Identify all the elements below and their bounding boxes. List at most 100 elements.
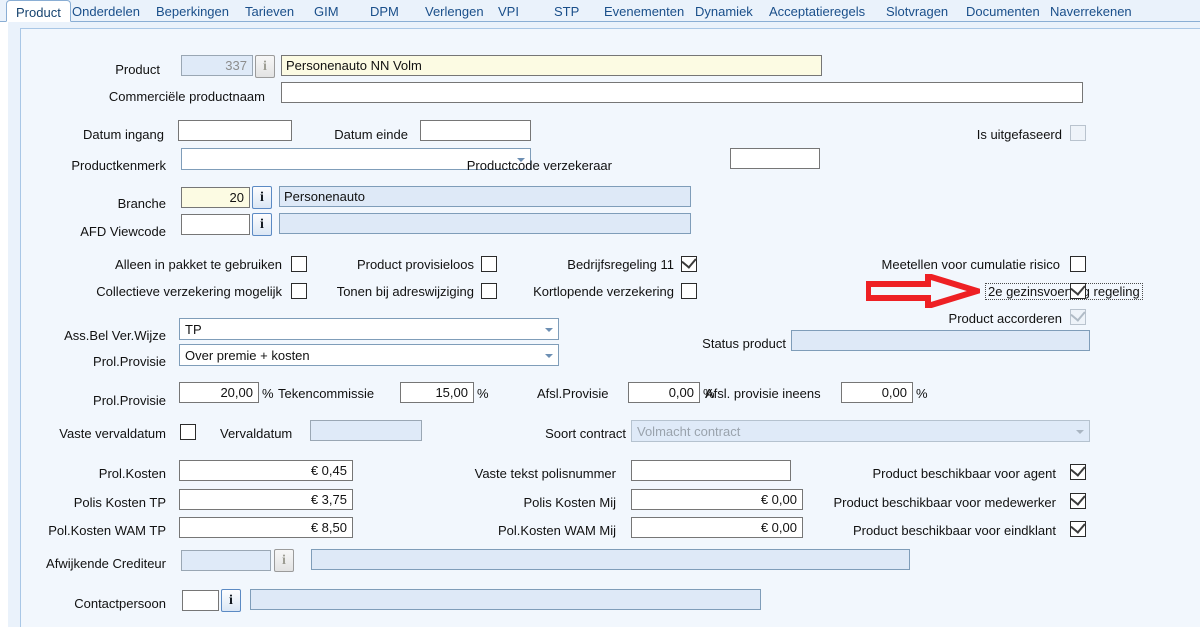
label-product: Product [115, 62, 160, 77]
label-fixed-expiry: Vaste vervaldatum [59, 426, 166, 441]
tab-stp[interactable]: STP [545, 0, 588, 22]
tab-tarieven[interactable]: Tarieven [236, 0, 303, 22]
label-available-agent: Product beschikbaar voor agent [872, 466, 1056, 481]
tab-naverrekenen[interactable]: Naverrekenen [1041, 0, 1141, 22]
chevron-down-icon [1076, 430, 1084, 434]
expiry-date-input[interactable] [310, 420, 422, 441]
checkbox-commission-free[interactable] [481, 256, 497, 272]
tab-beperkingen[interactable]: Beperkingen [147, 0, 238, 22]
checkbox-fixed-expiry[interactable] [180, 424, 196, 440]
prol-kosten-input[interactable]: € 0,45 [179, 460, 353, 481]
tab-verlengen[interactable]: Verlengen [416, 0, 493, 22]
tab-label: Verlengen [425, 4, 484, 19]
label-status-product: Status product [702, 336, 786, 351]
info-icon: i [260, 217, 264, 232]
label-ass-bel-ver-wijze: Ass.Bel Ver.Wijze [64, 328, 166, 343]
checkbox-collective-insurance[interactable] [291, 283, 307, 299]
label-product-approve: Product accorderen [948, 311, 1062, 326]
contact-person-info-button[interactable]: i [221, 589, 241, 612]
label-date-start: Datum ingang [83, 127, 164, 142]
commercial-name-input[interactable] [281, 82, 1083, 103]
label-deviant-creditor: Afwijkende Crediteur [46, 556, 166, 571]
branche-info-button[interactable]: i [252, 186, 272, 209]
label-afd-viewcode: AFD Viewcode [80, 224, 166, 239]
label-collective-insurance: Collectieve verzekering mogelijk [96, 284, 282, 299]
deviant-creditor-code-input[interactable] [181, 550, 271, 571]
branche-code-input[interactable]: 20 [181, 187, 250, 208]
date-start-input[interactable] [178, 120, 292, 141]
tab-vpi[interactable]: VPI [489, 0, 528, 22]
label-polis-kosten-tp: Polis Kosten TP [73, 495, 166, 510]
checkbox-available-endclient[interactable] [1070, 518, 1086, 537]
status-product-input[interactable] [791, 330, 1090, 351]
prol-provisie-select[interactable]: Over premie + kosten [179, 344, 559, 366]
label-show-on-address-change: Tonen bij adreswijziging [336, 284, 474, 299]
branche-name-input[interactable]: Personenauto [279, 186, 691, 207]
label-prol-kosten: Prol.Kosten [98, 466, 166, 481]
polis-kosten-mij-input[interactable]: € 0,00 [631, 489, 803, 510]
prol-provisie-value: Over premie + kosten [185, 348, 310, 363]
label-afsl-provisie-ineens: Afsl. provisie ineens [705, 386, 821, 401]
pol-kosten-wam-tp-input[interactable]: € 8,50 [179, 517, 353, 538]
afd-viewcode-info-button[interactable]: i [252, 213, 272, 236]
deviant-creditor-info-button[interactable]: i [274, 549, 294, 572]
info-icon: i [263, 59, 267, 74]
tab-label: Documenten [966, 4, 1040, 19]
tekencommissie-input[interactable]: 15,00 [400, 382, 474, 403]
label-branche: Branche [117, 196, 166, 211]
tab-documenten[interactable]: Documenten [957, 0, 1049, 22]
tab-label: VPI [498, 4, 519, 19]
checkbox-short-term-insurance[interactable] [681, 283, 697, 299]
label-product-feature: Productkenmerk [71, 158, 166, 173]
checkbox-bedrijfsregeling-11[interactable] [681, 253, 697, 272]
pol-kosten-wam-mij-input[interactable]: € 0,00 [631, 517, 803, 538]
ass-bel-ver-wijze-value: TP [185, 322, 202, 337]
afsl-provisie-input[interactable]: 0,00 [628, 382, 700, 403]
fixed-policy-text-input[interactable] [631, 460, 791, 481]
tab-dpm[interactable]: DPM [361, 0, 408, 22]
ass-bel-ver-wijze-select[interactable]: TP [179, 318, 559, 340]
contract-type-value: Volmacht contract [637, 424, 741, 439]
checkbox-available-employee[interactable] [1070, 490, 1086, 509]
tab-acceptatieregels[interactable]: Acceptatieregels [760, 0, 874, 22]
checkbox-product-approve[interactable] [1070, 306, 1086, 325]
afd-viewcode-code-input[interactable] [181, 214, 250, 235]
tab-gim[interactable]: GIM [305, 0, 348, 22]
product-info-button[interactable]: i [255, 55, 275, 78]
checkbox-is-phased-out[interactable] [1070, 125, 1086, 141]
unit-percent-afsl-provisie-ineens: % [916, 386, 928, 401]
label-cumulative-risk: Meetellen voor cumulatie risico [881, 257, 1060, 272]
label-date-end: Datum einde [334, 127, 408, 142]
unit-percent-tekencommissie: % [477, 386, 489, 401]
checkbox-package-only[interactable] [291, 256, 307, 272]
checkbox-show-on-address-change[interactable] [481, 283, 497, 299]
afsl-provisie-ineens-input[interactable]: 0,00 [841, 382, 913, 403]
tab-label: Beperkingen [156, 4, 229, 19]
contact-person-name-input[interactable] [250, 589, 761, 610]
label-pol-kosten-wam-mij: Pol.Kosten WAM Mij [498, 523, 616, 538]
contact-person-code-input[interactable] [182, 590, 219, 611]
date-end-input[interactable] [420, 120, 531, 141]
tab-slotvragen[interactable]: Slotvragen [877, 0, 957, 22]
check-icon [1070, 518, 1086, 534]
tab-label: Slotvragen [886, 4, 949, 19]
checkbox-available-agent[interactable] [1070, 461, 1086, 480]
info-icon: i [260, 190, 264, 205]
checkbox-second-family-vehicle[interactable] [1070, 280, 1086, 299]
deviant-creditor-name-input[interactable] [311, 549, 910, 570]
product-code-input[interactable]: 337 [181, 55, 253, 76]
insurer-product-code-input[interactable] [730, 148, 820, 169]
tab-onderdelen[interactable]: Onderdelen [63, 0, 149, 22]
tab-dynamiek[interactable]: Dynamiek [686, 0, 762, 22]
info-icon: i [229, 593, 233, 608]
product-name-input[interactable]: Personenauto NN Volm [281, 55, 822, 76]
contract-type-select[interactable]: Volmacht contract [631, 420, 1090, 442]
checkbox-cumulative-risk[interactable] [1070, 256, 1086, 272]
check-icon [1070, 490, 1086, 506]
prol-provisie-pct-input[interactable]: 20,00 [179, 382, 259, 403]
tab-label: Product [16, 5, 61, 20]
tab-evenementen[interactable]: Evenementen [595, 0, 693, 22]
afd-viewcode-name-input[interactable] [279, 213, 691, 234]
polis-kosten-tp-input[interactable]: € 3,75 [179, 489, 353, 510]
tab-product[interactable]: Product [6, 0, 71, 22]
